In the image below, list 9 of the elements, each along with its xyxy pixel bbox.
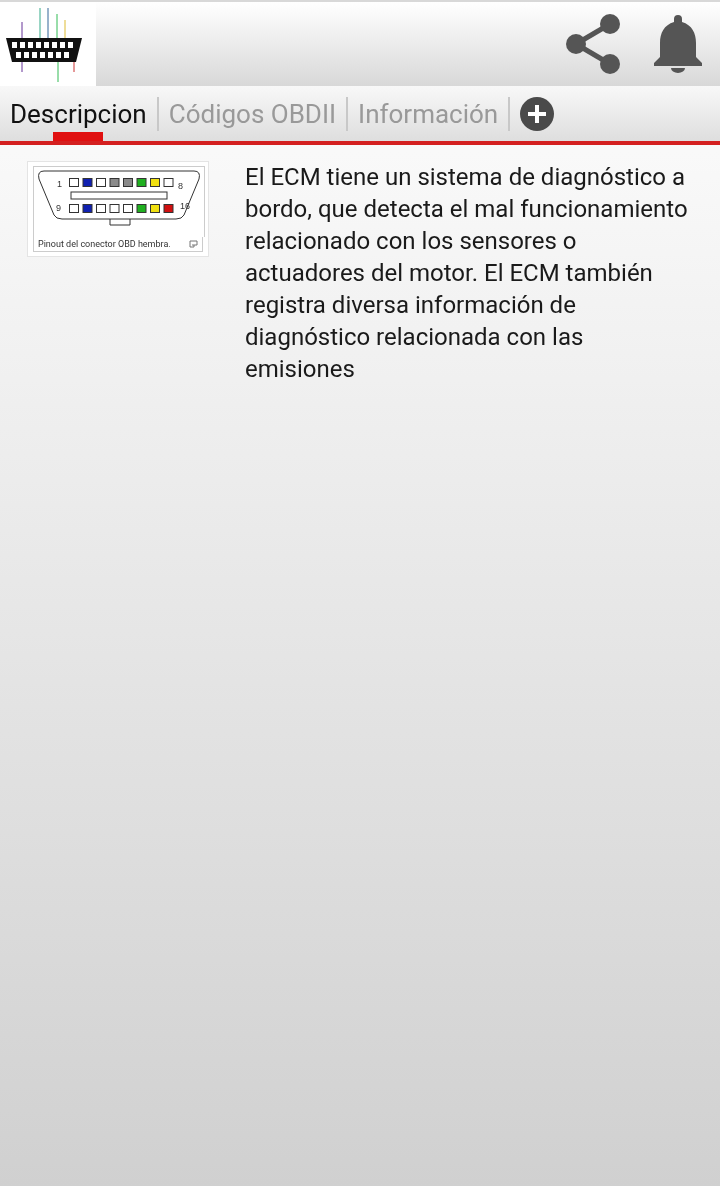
description-text: El ECM tiene un sistema de diagnóstico a bordo, que detecta el mal funcionamiento relacionado con los sensores o actuadores del motor. El ECM también registra diversa información de diagnóstico relacionada con las emisiones <box>245 162 689 385</box>
add-icon[interactable] <box>520 96 555 131</box>
tab[interactable]: Descripcion <box>8 86 149 141</box>
tab[interactable]: Información <box>356 86 501 141</box>
connector-pinout-drawing: 1 8 9 16 <box>33 166 205 237</box>
bell-icon[interactable] <box>654 15 702 73</box>
tab[interactable]: Códigos OBDII <box>166 86 339 141</box>
enlarge-icon[interactable] <box>189 240 198 248</box>
figure-caption: Pinout del conector OBD hembra. <box>38 239 171 249</box>
